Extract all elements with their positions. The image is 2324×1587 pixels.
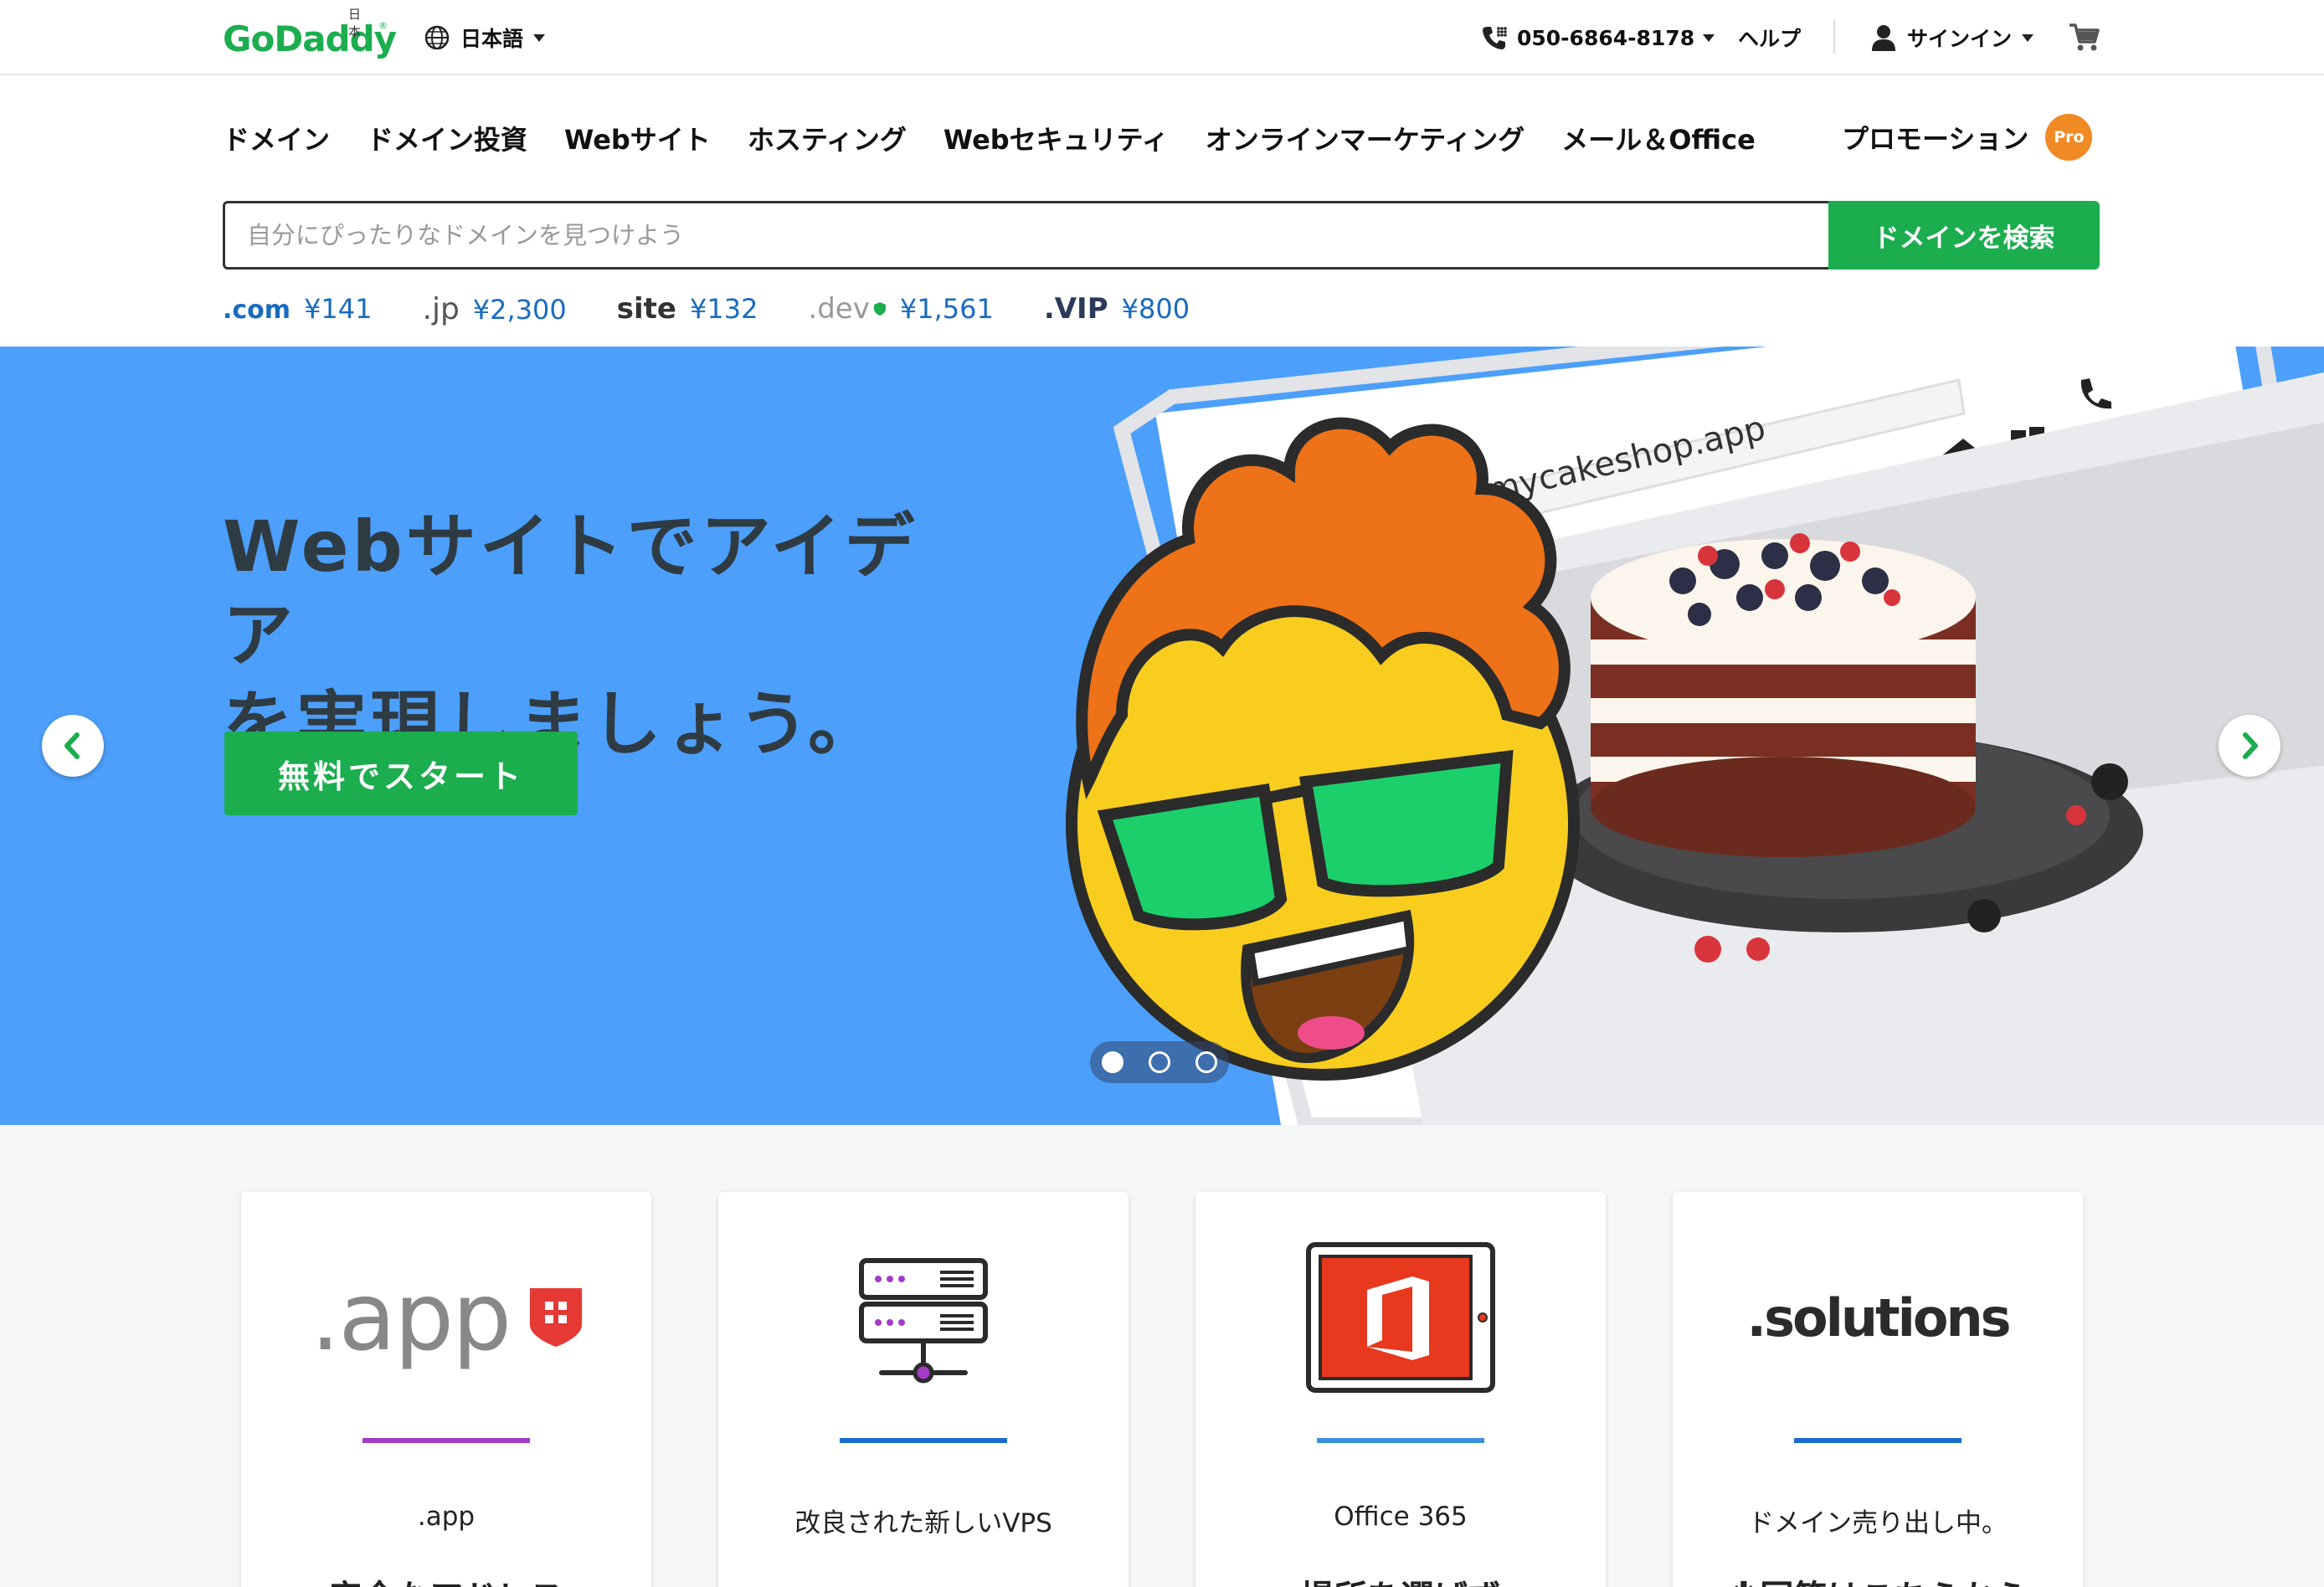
promo-label: プロモーション <box>1842 123 2029 155</box>
language-selector[interactable]: 日本語 <box>424 22 546 54</box>
card-art <box>718 1192 1129 1443</box>
card-label: 改良された新しいVPS <box>794 1508 1052 1538</box>
language-label: 日本語 <box>460 27 524 51</box>
chevron-down-icon <box>2022 33 2034 42</box>
user-icon <box>1872 25 1895 51</box>
tld-name: .com <box>223 295 291 325</box>
cart-icon[interactable] <box>2068 20 2101 54</box>
logo-text: GoDaddy <box>223 18 397 59</box>
tld-item-site[interactable]: site ¥132 <box>617 292 758 326</box>
carousel-dot[interactable] <box>1102 1051 1123 1073</box>
feature-card-app[interactable]: .app .app 安全なアドレス <box>241 1192 651 1587</box>
solutions-tld-logo: .solutions <box>1746 1287 2012 1348</box>
tld-price: ¥1,561 <box>899 293 994 325</box>
signin-label: サインイン <box>1907 27 2013 51</box>
server-icon <box>859 1258 988 1384</box>
feature-card-solutions[interactable]: .solutions ドメイン売り出し中。 ※回答はこちらから <box>1673 1192 2083 1587</box>
carousel-prev-button[interactable] <box>42 715 104 777</box>
card-label: ドメイン売り出し中。 <box>1748 1508 2008 1538</box>
pro-badge: Pro <box>2045 114 2093 161</box>
hero-title-line: Webサイトでアイデア <box>223 506 918 676</box>
nav-item-promotions[interactable]: プロモーション Pro <box>1842 114 2093 161</box>
nav-item-email-office[interactable]: メール＆Office <box>1561 119 1756 157</box>
domain-search-button[interactable]: ドメインを検索 <box>1828 201 2100 270</box>
logo-region: 日本 <box>348 7 362 39</box>
tld-price-list: .com ¥141 .jp ¥2,300 site ¥132 .dev ¥1,5… <box>223 290 1190 328</box>
chevron-down-icon <box>1703 33 1715 42</box>
registered-mark: ® <box>378 20 388 31</box>
signin-menu[interactable]: サインイン <box>1870 22 2034 54</box>
nav-item-web-security[interactable]: Webセキュリティ <box>943 119 1169 157</box>
card-accent-line <box>840 1438 1007 1443</box>
phone-number: 050-6864-8178 <box>1517 25 1695 50</box>
app-tld-logo: .app <box>310 1263 512 1372</box>
carousel-dot[interactable] <box>1195 1051 1217 1073</box>
card-subtitle: ※回答はこちらから <box>1673 1570 2083 1587</box>
hero-title: Webサイトでアイデア を実現しましょう。 <box>223 502 976 768</box>
tld-price: ¥141 <box>304 293 373 325</box>
chevron-right-icon <box>2243 732 2258 759</box>
tld-item-com[interactable]: .com ¥141 <box>223 293 373 325</box>
carousel-pagination <box>1090 1041 1229 1083</box>
card-subtitle: 場所を選ばず <box>1195 1570 1606 1587</box>
card-art: .solutions <box>1673 1192 2083 1443</box>
nav-item-online-marketing[interactable]: オンラインマーケティング <box>1206 119 1524 157</box>
office-tablet-icon <box>1306 1242 1495 1393</box>
shield-icon <box>873 302 886 316</box>
help-label: ヘルプ <box>1738 27 1802 51</box>
card-art: .app <box>241 1192 651 1443</box>
card-accent-line <box>1317 1438 1484 1443</box>
globe-icon <box>424 25 450 50</box>
hero-carousel: mycakeshop.app Webサイトでアイデア を実現しましょう。 無料で… <box>0 347 2324 1125</box>
chevron-left-icon <box>64 732 80 759</box>
shield-icon <box>530 1288 583 1347</box>
tld-item-dev[interactable]: .dev ¥1,561 <box>808 292 993 326</box>
card-accent-line <box>1794 1438 1962 1443</box>
tld-name: site <box>616 292 676 326</box>
chevron-down-icon <box>533 33 546 42</box>
divider <box>1833 20 1835 54</box>
card-accent-line <box>362 1438 530 1443</box>
nav-item-websites[interactable]: Webサイト <box>564 119 711 157</box>
start-free-button[interactable]: 無料でスタート <box>224 732 578 815</box>
phone-menu[interactable]: 050-6864-8178 <box>1480 22 1715 54</box>
tld-name: .VIP <box>1043 292 1108 326</box>
card-subtitle: 安全なアドレス <box>241 1570 651 1587</box>
tld-name: .dev <box>808 292 870 326</box>
help-link[interactable]: ヘルプ <box>1738 22 1801 54</box>
nav-item-domain-investing[interactable]: ドメイン投資 <box>367 119 527 157</box>
phone-icon <box>1483 27 1507 49</box>
carousel-dot[interactable] <box>1149 1051 1170 1073</box>
card-label: Office 365 <box>1334 1502 1468 1532</box>
card-label: .app <box>417 1502 476 1532</box>
card-art <box>1195 1192 1606 1443</box>
domain-search-input[interactable] <box>223 201 1828 270</box>
top-utility-bar: GoDaddy 日本 ® 日本語 050-6864-8178 ヘルプ サインイン <box>0 0 2324 75</box>
tld-name: .jp <box>422 291 460 326</box>
tld-item-jp[interactable]: .jp ¥2,300 <box>423 292 567 326</box>
feature-card-office365[interactable]: Office 365 場所を選ばず <box>1195 1192 1606 1587</box>
tld-item-vip[interactable]: .VIP ¥800 <box>1044 292 1190 326</box>
carousel-next-button[interactable] <box>2219 715 2280 777</box>
tld-price: ¥2,300 <box>472 293 567 326</box>
main-nav: ドメイン ドメイン投資 Webサイト ホスティング Webセキュリティ オンライ… <box>223 116 1756 161</box>
tld-price: ¥132 <box>689 293 758 325</box>
feature-card-vps[interactable]: 改良された新しいVPS <box>718 1192 1129 1587</box>
nav-item-domains[interactable]: ドメイン <box>223 119 330 157</box>
nav-item-hosting[interactable]: ホスティング <box>748 119 907 157</box>
tld-price: ¥800 <box>1121 293 1190 325</box>
